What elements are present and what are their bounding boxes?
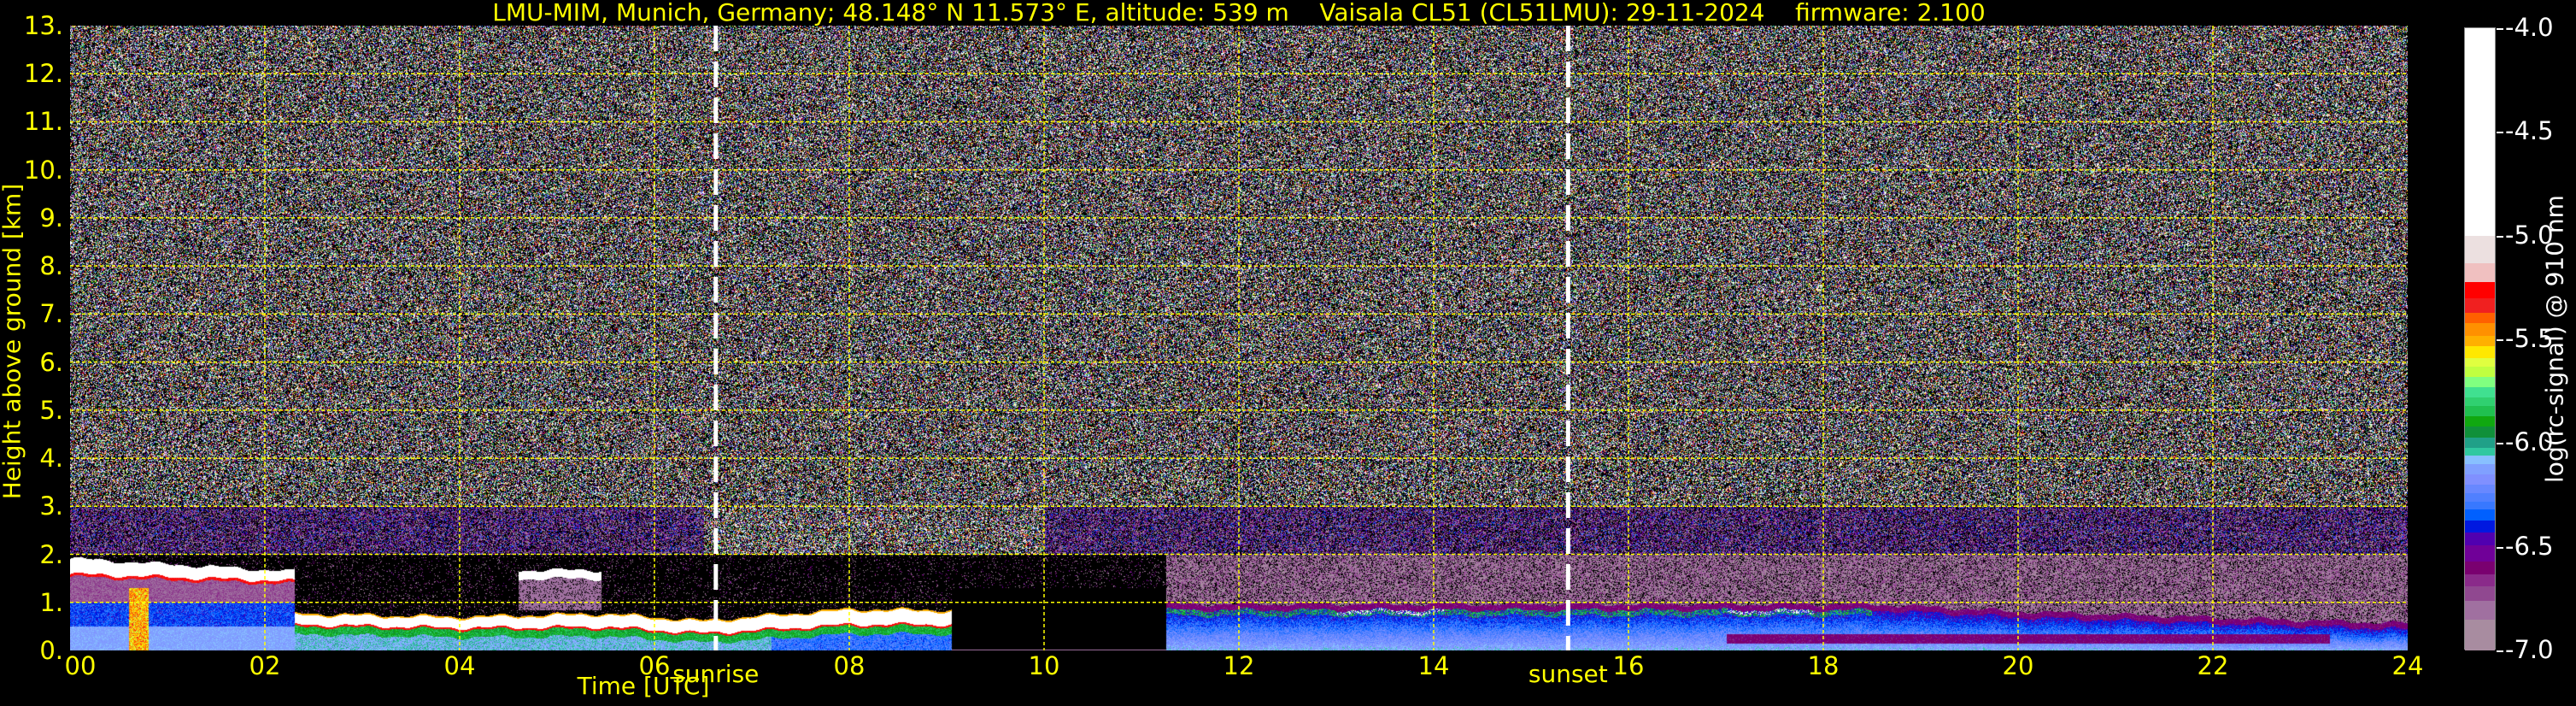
colorbar-swatch bbox=[2465, 585, 2495, 602]
x-tick-label: 02 bbox=[249, 651, 281, 680]
x-tick-label: 22 bbox=[2197, 651, 2229, 680]
colorbar-swatch bbox=[2465, 463, 2495, 475]
colorbar-tick-label: -4.0 bbox=[2497, 15, 2554, 40]
colorbar-swatch bbox=[2465, 520, 2495, 533]
colorbar-tick-label: -7.0 bbox=[2497, 637, 2554, 662]
chart-title: LMU-MIM, Munich, Germany; 48.148° N 11.5… bbox=[492, 0, 1986, 26]
colorbar-swatch bbox=[2465, 619, 2495, 651]
colorbar-swatch bbox=[2465, 544, 2495, 562]
colorbar-swatch bbox=[2465, 501, 2495, 510]
colorbar-swatch bbox=[2465, 335, 2495, 346]
grid-overlay bbox=[70, 26, 2408, 650]
colorbar-swatch bbox=[2465, 492, 2495, 502]
y-tick-label: 13. bbox=[23, 11, 63, 40]
x-tick-label: 24 bbox=[2391, 651, 2424, 680]
colorbar-swatch bbox=[2465, 455, 2495, 465]
colorbar-swatch bbox=[2465, 397, 2495, 407]
sunset-label: sunset bbox=[1528, 660, 1608, 688]
y-tick-label: 11. bbox=[23, 107, 63, 137]
colorbar-swatch bbox=[2465, 235, 2495, 263]
x-tick-label: 10 bbox=[1028, 651, 1060, 680]
colorbar-swatch bbox=[2465, 345, 2495, 359]
y-tick-label: 2. bbox=[39, 539, 63, 569]
colorbar-swatch bbox=[2465, 447, 2495, 456]
colorbar-swatch bbox=[2465, 474, 2495, 485]
plot-area bbox=[70, 26, 2408, 650]
colorbar-swatch bbox=[2465, 312, 2495, 324]
x-tick-label: 04 bbox=[443, 651, 476, 680]
colorbar-swatch bbox=[2465, 357, 2495, 368]
colorbar-swatch bbox=[2465, 376, 2495, 388]
x-tick-label: 14 bbox=[1417, 651, 1450, 680]
colorbar-swatch bbox=[2465, 484, 2495, 494]
x-tick-label: 12 bbox=[1223, 651, 1255, 680]
colorbar bbox=[2464, 27, 2496, 651]
y-tick-label: 1. bbox=[39, 587, 63, 617]
x-tick-label: 20 bbox=[2002, 651, 2034, 680]
colorbar-label: log(rc-signal) @ 910 nm bbox=[2540, 195, 2569, 483]
x-tick-label: 18 bbox=[1807, 651, 1840, 680]
x-tick-label: 00 bbox=[64, 651, 97, 680]
colorbar-swatch bbox=[2465, 415, 2495, 427]
colorbar-swatch bbox=[2465, 322, 2495, 336]
colorbar-swatch bbox=[2465, 297, 2495, 313]
colorbar-swatch bbox=[2465, 532, 2495, 545]
colorbar-swatch bbox=[2465, 574, 2495, 587]
sunrise-label: sunrise bbox=[672, 660, 760, 688]
y-axis-label: Height above ground [km] bbox=[0, 183, 26, 500]
colorbar-swatch bbox=[2465, 437, 2495, 448]
x-tick-label: 08 bbox=[833, 651, 866, 680]
colorbar-swatch bbox=[2465, 426, 2495, 438]
colorbar-swatch bbox=[2465, 561, 2495, 574]
colorbar-swatch bbox=[2465, 281, 2495, 298]
colorbar-swatch bbox=[2465, 262, 2495, 282]
colorbar-tick-label: -4.5 bbox=[2497, 118, 2554, 144]
colorbar-swatch bbox=[2465, 28, 2495, 237]
colorbar-swatch bbox=[2465, 366, 2495, 378]
y-tick-label: 12. bbox=[23, 59, 63, 89]
colorbar-swatch bbox=[2465, 405, 2495, 417]
colorbar-swatch bbox=[2465, 509, 2495, 521]
colorbar-swatch bbox=[2465, 600, 2495, 621]
colorbar-tick-label: -6.5 bbox=[2497, 533, 2554, 559]
colorbar-swatch bbox=[2465, 386, 2495, 398]
